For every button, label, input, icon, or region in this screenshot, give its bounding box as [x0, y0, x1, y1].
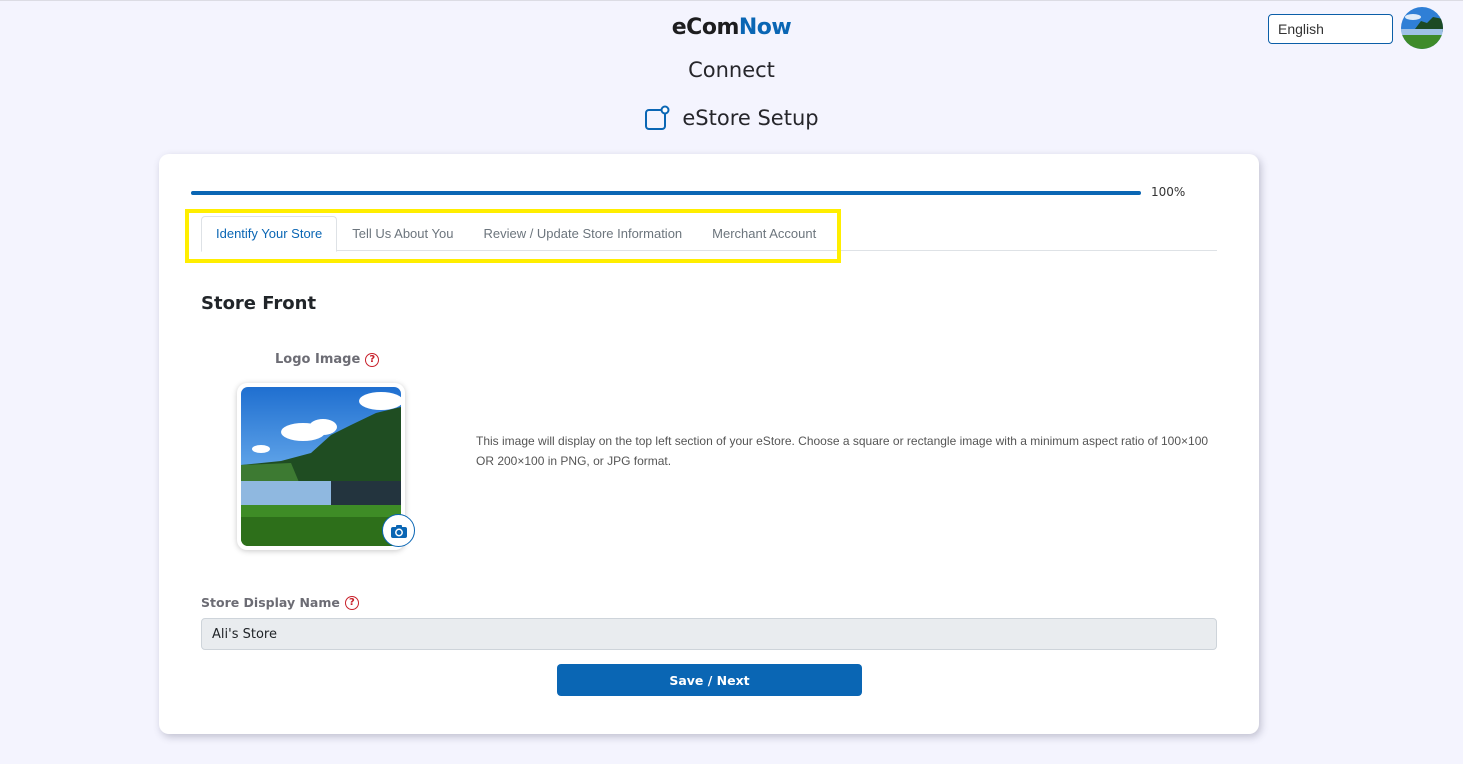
logo-image	[241, 387, 401, 546]
camera-icon	[390, 524, 407, 538]
edit-square-icon	[644, 105, 670, 131]
language-select[interactable]: English	[1268, 14, 1393, 44]
brand-logo: eComNow	[0, 15, 1463, 40]
progress-label: 100%	[1151, 185, 1186, 199]
progress-fill	[191, 191, 1141, 195]
tab-review-update-store-information[interactable]: Review / Update Store Information	[468, 216, 697, 251]
store-display-name-label-text: Store Display Name	[201, 595, 340, 610]
store-display-name-label: Store Display Name ?	[201, 595, 359, 610]
tab-identify-your-store[interactable]: Identify Your Store	[201, 216, 338, 252]
user-avatar[interactable]	[1401, 7, 1443, 49]
logo-image-preview[interactable]	[237, 383, 405, 550]
setup-tabs: Identify Your Store Tell Us About You Re…	[201, 216, 1217, 252]
logo-image-label: Logo Image ?	[275, 352, 380, 367]
save-next-button[interactable]: Save / Next	[557, 664, 862, 696]
logo-image-label-text: Logo Image	[275, 352, 361, 367]
section-title: Store Front	[201, 293, 317, 314]
tab-merchant-account[interactable]: Merchant Account	[697, 216, 831, 251]
page-title-text: eStore Setup	[682, 106, 819, 130]
question-circle-icon[interactable]: ?	[344, 595, 359, 610]
landscape-image-icon	[241, 387, 401, 546]
setup-card: 100% Identify Your Store Tell Us About Y…	[159, 154, 1259, 734]
landscape-avatar-icon	[1401, 7, 1443, 49]
page-title: eStore Setup	[0, 105, 1463, 131]
question-circle-icon[interactable]: ?	[365, 352, 380, 367]
upload-logo-button[interactable]	[382, 514, 415, 547]
store-display-name-input[interactable]	[201, 618, 1217, 650]
brand-part-now: Now	[738, 15, 792, 40]
app-subtitle: Connect	[688, 58, 775, 82]
progress-bar	[191, 191, 1141, 195]
logo-image-description: This image will display on the top left …	[476, 434, 1209, 468]
tab-tell-us-about-you[interactable]: Tell Us About You	[337, 216, 468, 251]
brand-part-ecom: eCom	[671, 15, 740, 40]
